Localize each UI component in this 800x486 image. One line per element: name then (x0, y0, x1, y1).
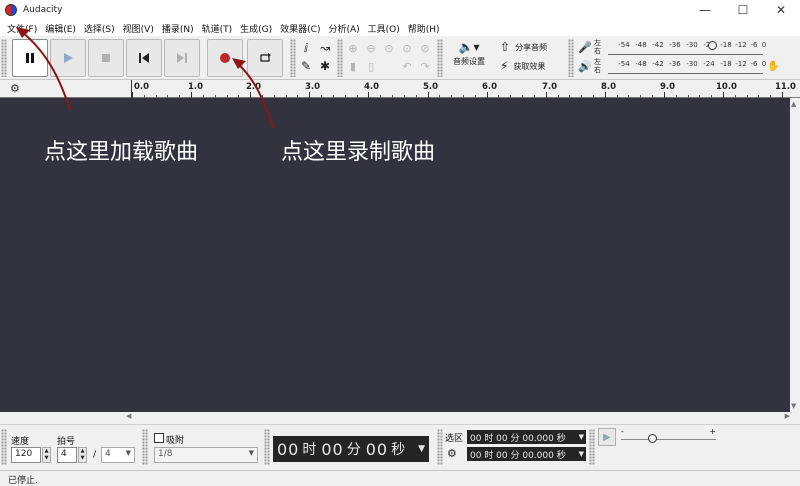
arrow-to-file-menu (21, 31, 71, 111)
time-seconds-unit: 秒 (391, 442, 407, 458)
selection-end-time[interactable]: 00 时 00 分 00.000 秒 ▼ (467, 447, 586, 461)
snap-checkbox[interactable] (154, 433, 164, 443)
annotation-arrows (16, 27, 274, 129)
meter-numerator-input[interactable]: 4 (57, 447, 77, 463)
time-grip[interactable] (264, 429, 270, 465)
time-minutes-unit: 分 (346, 442, 362, 458)
selection-end-value: 00 时 00 分 00.000 秒 (470, 450, 566, 461)
snap-grip[interactable] (142, 429, 148, 465)
chevron-down-icon: ▼ (248, 449, 254, 457)
chevron-down-icon[interactable]: ▼ (579, 433, 584, 441)
tempo-input[interactable]: 120 (11, 447, 41, 463)
selection-grip[interactable] (437, 429, 443, 465)
selection-start-time[interactable]: 00 时 00 分 00.000 秒 ▼ (467, 430, 586, 444)
time-minutes: 00 (321, 439, 344, 459)
time-hours: 00 (277, 439, 300, 459)
selection-label: 选区 (445, 434, 464, 444)
meter-denominator-value: 4 (105, 449, 111, 459)
selection-start-value: 00 时 00 分 00.000 秒 (470, 433, 566, 444)
time-format-dropdown-icon[interactable]: ▼ (418, 444, 426, 454)
time-hours-unit: 时 (302, 442, 318, 458)
meter-numerator-stepper[interactable]: ▲ ▼ (78, 447, 87, 463)
status-bar: 已停止. (0, 470, 800, 486)
play-icon: ▶ (603, 431, 611, 443)
time-seconds: 00 (365, 439, 389, 459)
status-text: 已停止. (8, 476, 38, 486)
time-display[interactable]: 00 时 00 分 00 秒 ▼ (273, 436, 429, 462)
chevron-down-icon: ▼ (125, 449, 131, 457)
snap-label: 吸附 (166, 436, 185, 446)
slider-minus-icon: - (621, 427, 624, 436)
arrow-to-record-button-head (232, 58, 246, 69)
playback-speed-slider[interactable]: - + (621, 427, 716, 448)
selection-toolbar-grip[interactable] (1, 429, 7, 465)
slider-track (621, 439, 716, 440)
play-at-speed-button[interactable]: ▶ (598, 428, 616, 446)
meter-label: 拍号 (57, 437, 76, 447)
tempo-label: 速度 (11, 437, 30, 447)
chevron-down-icon[interactable]: ▼ (579, 450, 584, 458)
selection-settings-gear-icon[interactable]: ⚙ (447, 447, 457, 460)
snap-value: 1/8 (158, 449, 173, 459)
slider-thumb[interactable] (648, 434, 657, 443)
tempo-stepper[interactable]: ▲ ▼ (42, 447, 51, 463)
snap-select[interactable]: 1/8 ▼ (154, 447, 258, 463)
slider-plus-icon: + (709, 427, 716, 436)
play-at-speed-grip[interactable] (589, 429, 595, 465)
arrow-to-record-button (237, 63, 274, 129)
meter-separator: / (93, 450, 97, 460)
meter-denominator-select[interactable]: 4 ▼ (101, 447, 135, 463)
